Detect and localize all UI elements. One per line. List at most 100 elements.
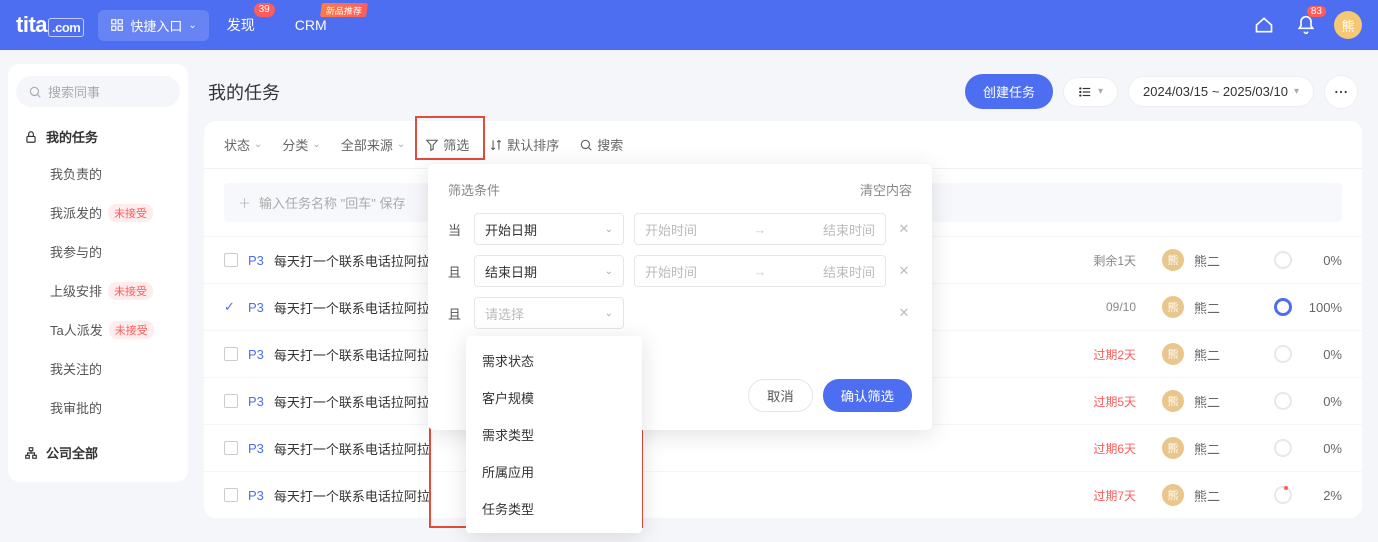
dropdown-option[interactable]: 所属应用 — [466, 453, 642, 490]
assignee-name: 熊二 — [1194, 298, 1234, 317]
chevron-down-icon: ⌄ — [605, 224, 613, 235]
arrow-right-icon: → — [697, 222, 823, 237]
sidebar-item[interactable]: 我参与的 — [16, 232, 180, 271]
sidebar-item-badge: 未接受 — [109, 321, 154, 339]
dropdown-option[interactable]: 需求状态 — [466, 342, 642, 379]
clear-filters-button[interactable]: 清空内容 — [860, 180, 912, 199]
page-header: 我的任务 创建任务 ▾ 2024/03/15 ~ 2025/03/10 ▾ — [204, 64, 1362, 121]
task-status: 过期2天 — [1076, 346, 1136, 363]
task-checkbox[interactable] — [224, 394, 238, 408]
task-checkbox[interactable] — [224, 488, 238, 502]
chevron-down-icon: ⌄ — [188, 20, 196, 31]
sidebar-item[interactable]: 我派发的未接受 — [16, 193, 180, 232]
condition-field-select[interactable]: 开始日期 ⌄ — [474, 213, 624, 245]
task-priority: P3 — [248, 253, 264, 268]
assignee-avatar: 熊 — [1162, 390, 1184, 412]
user-avatar[interactable]: 熊 — [1334, 11, 1362, 39]
task-status: 过期5天 — [1076, 393, 1136, 410]
task-toolbar: 状态⌄ 分类⌄ 全部来源⌄ 筛选 默认排序 搜索 — [204, 121, 1362, 169]
sidebar-item-label: 我参与的 — [50, 242, 102, 261]
remove-condition-button[interactable]: ✕ — [896, 263, 912, 279]
assignee-name: 熊二 — [1194, 439, 1234, 458]
nav-crm[interactable]: CRM 新品推荐 — [291, 13, 331, 37]
sidebar-item-badge: 未接受 — [108, 204, 153, 222]
sidebar-item[interactable]: 上级安排未接受 — [16, 271, 180, 310]
list-icon — [1078, 85, 1092, 99]
sidebar-item[interactable]: 我关注的 — [16, 349, 180, 388]
date-range-picker[interactable]: 2024/03/15 ~ 2025/03/10 ▾ — [1128, 76, 1314, 107]
toolbar-status[interactable]: 状态⌄ — [224, 135, 262, 154]
assignee-avatar: 熊 — [1162, 343, 1184, 365]
toolbar-search[interactable]: 搜索 — [579, 135, 623, 154]
date-range-input[interactable]: 开始时间 → 结束时间 — [634, 213, 886, 245]
task-row[interactable]: P3每天打一个联系电话拉阿拉2h过期7天熊熊二2% — [204, 471, 1362, 518]
quick-entry-button[interactable]: 快捷入口 ⌄ — [98, 10, 208, 41]
sidebar-item-label: Ta人派发 — [50, 320, 103, 339]
more-button[interactable] — [1324, 75, 1358, 109]
chevron-down-icon: ⌄ — [312, 139, 320, 150]
task-percent: 0% — [1302, 347, 1342, 362]
view-toggle[interactable]: ▾ — [1063, 77, 1118, 107]
dropdown-option[interactable]: 客户规模 — [466, 379, 642, 416]
remove-condition-button[interactable]: ✕ — [896, 305, 912, 321]
nav-discover[interactable]: 发现 39 — [223, 11, 259, 39]
task-checkbox[interactable] — [224, 441, 238, 455]
assignee-name: 熊二 — [1194, 345, 1234, 364]
quick-add-placeholder: 输入任务名称 "回车" 保存 — [259, 193, 405, 212]
quick-entry-label: 快捷入口 — [130, 16, 182, 35]
assignee-avatar: 熊 — [1162, 484, 1184, 506]
assignee-name: 熊二 — [1194, 251, 1234, 270]
condition-field-select[interactable]: 结束日期 ⌄ — [474, 255, 624, 287]
task-checkbox[interactable] — [224, 253, 238, 267]
sidebar-item-label: 我负责的 — [50, 164, 102, 183]
task-checkbox-checked[interactable]: ✓ — [224, 300, 238, 314]
condition-field-select-open[interactable]: 请选择 ⌄ — [474, 297, 624, 329]
cancel-button[interactable]: 取消 — [748, 379, 813, 412]
home-icon — [1254, 15, 1274, 35]
toolbar-filter[interactable]: 筛选 — [425, 135, 469, 154]
dropdown-option[interactable]: 需求类型 — [466, 416, 642, 453]
sidebar-item-label: 我派发的 — [50, 203, 102, 222]
sidebar-item[interactable]: Ta人派发未接受 — [16, 310, 180, 349]
assignee-name: 熊二 — [1194, 486, 1234, 505]
logo-suffix: .com — [48, 18, 84, 37]
chevron-down-icon: ⌄ — [605, 308, 613, 319]
assignee-avatar: 熊 — [1162, 296, 1184, 318]
sidebar-section-company[interactable]: 公司全部 — [16, 435, 180, 470]
sidebar-item[interactable]: 我负责的 — [16, 154, 180, 193]
search-colleagues-input[interactable]: 搜索同事 — [16, 76, 180, 107]
task-priority: P3 — [248, 300, 264, 315]
confirm-filter-button[interactable]: 确认筛选 — [823, 379, 912, 412]
date-range-input[interactable]: 开始时间 → 结束时间 — [634, 255, 886, 287]
task-percent: 0% — [1302, 441, 1342, 456]
logo[interactable]: tita .com — [16, 12, 84, 38]
notification-badge: 83 — [1307, 6, 1326, 17]
filter-icon — [425, 138, 439, 152]
condition-label-and: 且 — [448, 304, 464, 323]
chevron-down-icon: ⌄ — [605, 266, 613, 277]
task-status: 剩余1天 — [1076, 252, 1136, 269]
task-checkbox[interactable] — [224, 347, 238, 361]
assignee-avatar: 熊 — [1162, 437, 1184, 459]
home-icon-button[interactable] — [1250, 11, 1278, 39]
condition-label-when: 当 — [448, 220, 464, 239]
toolbar-category[interactable]: 分类⌄ — [282, 135, 320, 154]
caret-down-icon: ▾ — [1294, 86, 1299, 97]
task-row[interactable]: P3每天打一个联系电话拉阿拉过期6天熊熊二0% — [204, 424, 1362, 471]
progress-ring — [1274, 298, 1292, 316]
sidebar-section-my-tasks[interactable]: 我的任务 — [16, 119, 180, 154]
search-icon — [28, 85, 42, 99]
toolbar-source[interactable]: 全部来源⌄ — [341, 135, 405, 154]
condition-row-1: 当 开始日期 ⌄ 开始时间 → 结束时间 ✕ — [448, 213, 912, 245]
sort-icon — [489, 138, 503, 152]
sidebar-item[interactable]: 我审批的 — [16, 388, 180, 427]
notification-button[interactable]: 83 — [1292, 11, 1320, 39]
progress-ring — [1274, 486, 1292, 504]
toolbar-sort[interactable]: 默认排序 — [489, 135, 559, 154]
create-task-button[interactable]: 创建任务 — [965, 74, 1053, 109]
assignee-avatar: 熊 — [1162, 249, 1184, 271]
remove-condition-button[interactable]: ✕ — [896, 221, 912, 237]
field-dropdown: 需求状态客户规模需求类型所属应用任务类型 — [466, 336, 642, 533]
dropdown-option[interactable]: 任务类型 — [466, 490, 642, 527]
sidebar-item-label: 我审批的 — [50, 398, 102, 417]
